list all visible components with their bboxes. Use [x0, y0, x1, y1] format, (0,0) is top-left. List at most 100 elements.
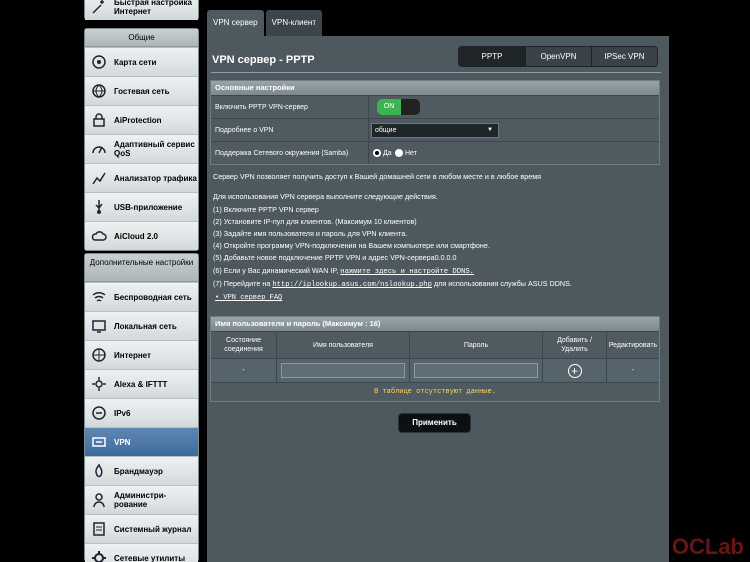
- sidebar-item-label: Сетевые утилиты: [114, 553, 186, 562]
- segment-ipsec[interactable]: IPSec VPN: [591, 47, 657, 66]
- col-add-remove: Добавить / Удалить: [543, 332, 607, 358]
- samba-no-radio[interactable]: Нет: [395, 149, 417, 157]
- faq-item: • VPN сервер FAQ: [215, 294, 282, 302]
- sidebar-item-aicloud[interactable]: AiCloud 2.0: [85, 221, 198, 250]
- sidebar-item-guest-network[interactable]: Гостевая сеть: [85, 76, 198, 105]
- status-dash: -: [211, 359, 277, 382]
- sidebar-item-ipv6[interactable]: IPv6: [85, 398, 198, 427]
- plus-icon: +: [570, 363, 578, 378]
- empty-table-message: В таблице отсутствуют данные.: [211, 382, 659, 401]
- intro-text: Сервер VPN позволяет получить доступ к В…: [213, 172, 542, 181]
- users-header: Имя пользователя и пароль (Максимум : 16…: [211, 317, 659, 331]
- log-icon: [90, 520, 108, 538]
- segment-pptp[interactable]: PPTP: [459, 47, 525, 66]
- qos-icon: [90, 140, 108, 158]
- ddns-link[interactable]: нажмите здесь и настройте DDNS.: [340, 268, 474, 276]
- apply-button[interactable]: Применить: [398, 413, 471, 433]
- password-input[interactable]: [414, 363, 538, 378]
- add-user-button[interactable]: +: [567, 363, 582, 378]
- sidebar-item-vpn[interactable]: VPN: [85, 427, 198, 456]
- enable-pptp-toggle[interactable]: ON: [377, 99, 420, 115]
- vpn-icon: [90, 433, 108, 451]
- wifi-icon: [90, 288, 108, 306]
- analyzer-icon: [90, 169, 108, 187]
- sidebar-item-aiprotection[interactable]: AiProtection: [85, 105, 198, 134]
- faq-link[interactable]: VPN сервер FAQ: [223, 294, 282, 302]
- sidebar-item-alexa[interactable]: Alexa & IFTTT: [85, 369, 198, 398]
- step-4: (4) Откройте программу VPN-подключения н…: [213, 241, 490, 250]
- sidebar-item-label: USB-приложение: [114, 202, 183, 212]
- divider: [211, 72, 661, 73]
- sidebar-item-label: Адаптивный сервис QoS: [114, 140, 195, 158]
- username-input[interactable]: [281, 363, 405, 378]
- step-7-text: (7) Перейдите на: [213, 279, 271, 288]
- sidebar-item-firewall[interactable]: Брандмауэр: [85, 456, 198, 485]
- vpn-details-row: Подробнее о VPN общие ▼: [211, 118, 659, 141]
- basic-settings-table: Основные настройки Включить PPTP VPN-сер…: [210, 80, 660, 165]
- step-5: (5) Добавьте новое подключение PPTP VPN …: [213, 253, 457, 262]
- step-6-text: (6) Если у Вас динамический WAN IP,: [213, 266, 339, 275]
- sidebar-item-internet[interactable]: Интернет: [85, 340, 198, 369]
- right-margin: OCLab: [669, 0, 750, 562]
- globe-icon: [90, 82, 108, 100]
- samba-yes-label: Да: [383, 149, 392, 157]
- tab-vpn-client[interactable]: VPN-клиент: [265, 10, 323, 36]
- sidebar-item-quick-setup[interactable]: Быстрая настройка Интернет: [85, 0, 198, 20]
- sidebar-item-administration[interactable]: Администри-рование: [85, 485, 198, 514]
- sidebar-item-lan[interactable]: Локальная сеть: [85, 311, 198, 340]
- sidebar-item-label: Гостевая сеть: [114, 86, 170, 96]
- samba-no-label: Нет: [405, 149, 417, 157]
- sidebar-item-network-map[interactable]: Карта сети: [85, 47, 198, 76]
- quick-setup-block: Быстрая настройка Интернет: [84, 0, 199, 20]
- vpn-details-select[interactable]: общие ▼: [371, 123, 499, 138]
- watermark-logo: OCLab: [671, 534, 744, 559]
- step-6: (6) Если у Вас динамический WAN IP, нажм…: [213, 266, 474, 276]
- step-3: (3) Задайте имя пользователя и пароль дл…: [213, 229, 408, 238]
- step-7: (7) Перейдите на http://iplookup.asus.co…: [213, 279, 572, 289]
- admin-icon: [90, 491, 108, 509]
- vpn-details-value: общие: [375, 127, 397, 134]
- radio-icon: [395, 149, 403, 157]
- tools-icon: [90, 549, 108, 562]
- add-cell: +: [543, 359, 607, 382]
- sidebar-item-usb[interactable]: USB-приложение: [85, 192, 198, 221]
- toggle-on-label: ON: [377, 99, 401, 115]
- tab-bar: VPN сервер VPN-клиент: [207, 10, 324, 36]
- advanced-header: Дополнительные настройки: [85, 254, 198, 282]
- sidebar-item-label: Системный журнал: [114, 524, 192, 534]
- network-map-icon: [90, 53, 108, 71]
- enable-pptp-label: Включить PPTP VPN-сервер: [211, 96, 369, 118]
- enable-pptp-row: Включить PPTP VPN-сервер ON: [211, 95, 659, 118]
- sidebar-item-qos[interactable]: Адаптивный сервис QoS: [85, 134, 198, 163]
- sidebar-item-label: VPN: [114, 437, 131, 447]
- sidebar-item-wireless[interactable]: Беспроводная сеть: [85, 282, 198, 311]
- samba-row: Поддержка Сетевого окружения (Samba) Да …: [211, 141, 659, 164]
- steps-title: Для использования VPN сервера выполните …: [213, 192, 438, 201]
- sidebar-item-label: AiCloud 2.0: [114, 231, 159, 241]
- firewall-icon: [90, 462, 108, 480]
- iplookup-link[interactable]: http://iplookup.asus.com/nslookup.php: [272, 281, 432, 289]
- tab-vpn-server[interactable]: VPN сервер: [207, 10, 264, 36]
- segment-openvpn[interactable]: OpenVPN: [525, 47, 591, 66]
- sidebar-item-label: Беспроводная сеть: [114, 292, 192, 302]
- general-block: Общие Карта сети Гостевая сеть AiProtect…: [84, 28, 199, 251]
- col-status: Состояние соединения: [211, 332, 277, 358]
- col-password: Пароль: [410, 332, 543, 358]
- samba-label: Поддержка Сетевого окружения (Samba): [211, 142, 369, 164]
- advanced-block: Дополнительные настройки Беспроводная се…: [84, 253, 199, 562]
- sidebar-item-label: IPv6: [114, 408, 131, 418]
- sidebar-item-system-log[interactable]: Системный журнал: [85, 514, 198, 543]
- sidebar-item-label: AiProtection: [114, 115, 162, 125]
- sidebar-item-traffic-analyzer[interactable]: Анализатор трафика: [85, 163, 198, 192]
- sidebar-item-label: Alexa & IFTTT: [114, 379, 168, 389]
- users-table: Имя пользователя и пароль (Максимум : 16…: [210, 316, 660, 402]
- main-content: VPN сервер VPN-клиент VPN сервер - PPTP …: [207, 10, 669, 562]
- samba-yes-radio[interactable]: Да: [373, 149, 392, 157]
- basic-settings-header: Основные настройки: [211, 81, 659, 95]
- sidebar-item-network-tools[interactable]: Сетевые утилиты: [85, 543, 198, 562]
- globe-icon: [90, 346, 108, 364]
- sidebar-item-label: Анализатор трафика: [114, 173, 197, 183]
- page-title: VPN сервер - PPTP: [212, 54, 315, 66]
- general-header: Общие: [85, 29, 198, 47]
- password-cell: [410, 359, 543, 382]
